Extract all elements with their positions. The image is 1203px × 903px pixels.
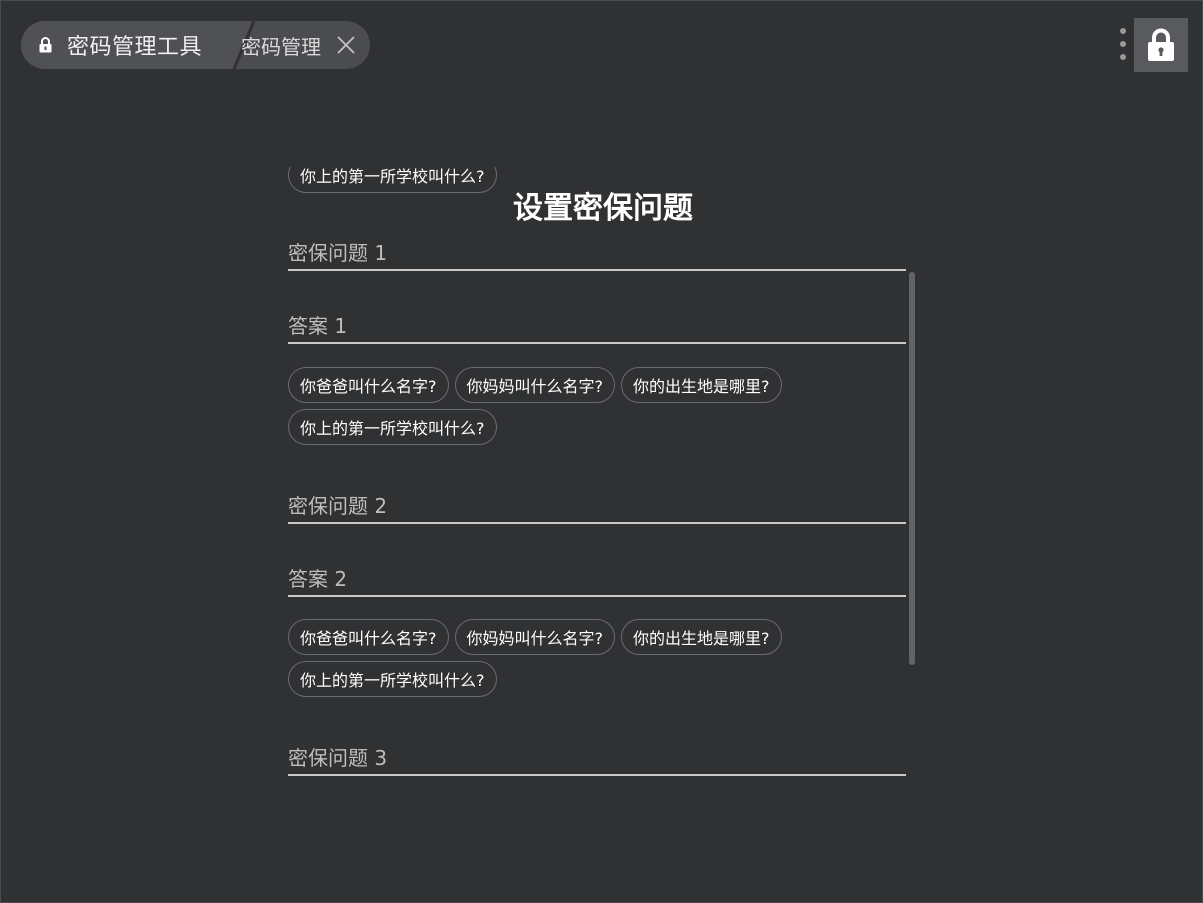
tab-password-management[interactable]: 密码管理: [241, 21, 355, 69]
lock-icon: [1148, 28, 1174, 61]
app-title: 密码管理工具: [67, 35, 203, 60]
suggestion-chip[interactable]: 你上的第一所学校叫什么?: [288, 661, 497, 697]
app-window: 密码管理工具 密码管理 你上的第一所学校叫什么? 设置密保问题 密保问题 1 答…: [0, 0, 1203, 903]
suggestion-chip[interactable]: 你爸爸叫什么名字?: [288, 367, 449, 403]
security-question-2-input[interactable]: 密保问题 2: [288, 488, 906, 524]
suggestion-chip[interactable]: 你上的第一所学校叫什么?: [288, 409, 497, 445]
more-vertical-icon[interactable]: [1115, 27, 1131, 63]
suggestion-chips-2: 你爸爸叫什么名字? 你妈妈叫什么名字? 你的出生地是哪里? 你上的第一所学校叫什…: [288, 619, 908, 697]
suggestion-chips-1: 你爸爸叫什么名字? 你妈妈叫什么名字? 你的出生地是哪里? 你上的第一所学校叫什…: [288, 367, 908, 445]
suggestion-chip[interactable]: 你妈妈叫什么名字?: [454, 619, 615, 655]
answer-1-input[interactable]: 答案 1: [288, 308, 906, 344]
field-label: 答案 1: [288, 314, 348, 338]
tab-app[interactable]: 密码管理工具: [21, 21, 253, 69]
close-icon[interactable]: [337, 36, 355, 54]
field-label: 答案 2: [288, 567, 348, 591]
answer-2-input[interactable]: 答案 2: [288, 561, 906, 597]
suggestion-chip[interactable]: 你的出生地是哪里?: [621, 367, 782, 403]
field-label: 密保问题 2: [288, 494, 388, 518]
page-title: 设置密保问题: [513, 191, 693, 226]
security-question-form: 你上的第一所学校叫什么? 设置密保问题 密保问题 1 答案 1 你爸爸叫什么名字…: [288, 167, 906, 827]
tab-bar: 密码管理工具 密码管理: [21, 21, 370, 69]
security-question-1-input[interactable]: 密保问题 1: [288, 235, 906, 271]
suggestion-chip[interactable]: 你的出生地是哪里?: [621, 619, 782, 655]
scrollbar-thumb[interactable]: [909, 272, 915, 665]
tab-label: 密码管理: [241, 34, 321, 59]
suggestion-chip[interactable]: 你爸爸叫什么名字?: [288, 619, 449, 655]
field-label: 密保问题 3: [288, 746, 388, 770]
field-label: 密保问题 1: [288, 241, 388, 265]
lock-icon: [38, 37, 53, 53]
lock-button[interactable]: [1134, 18, 1188, 72]
security-question-3-input[interactable]: 密保问题 3: [288, 740, 906, 776]
suggestion-chip[interactable]: 你妈妈叫什么名字?: [454, 367, 615, 403]
